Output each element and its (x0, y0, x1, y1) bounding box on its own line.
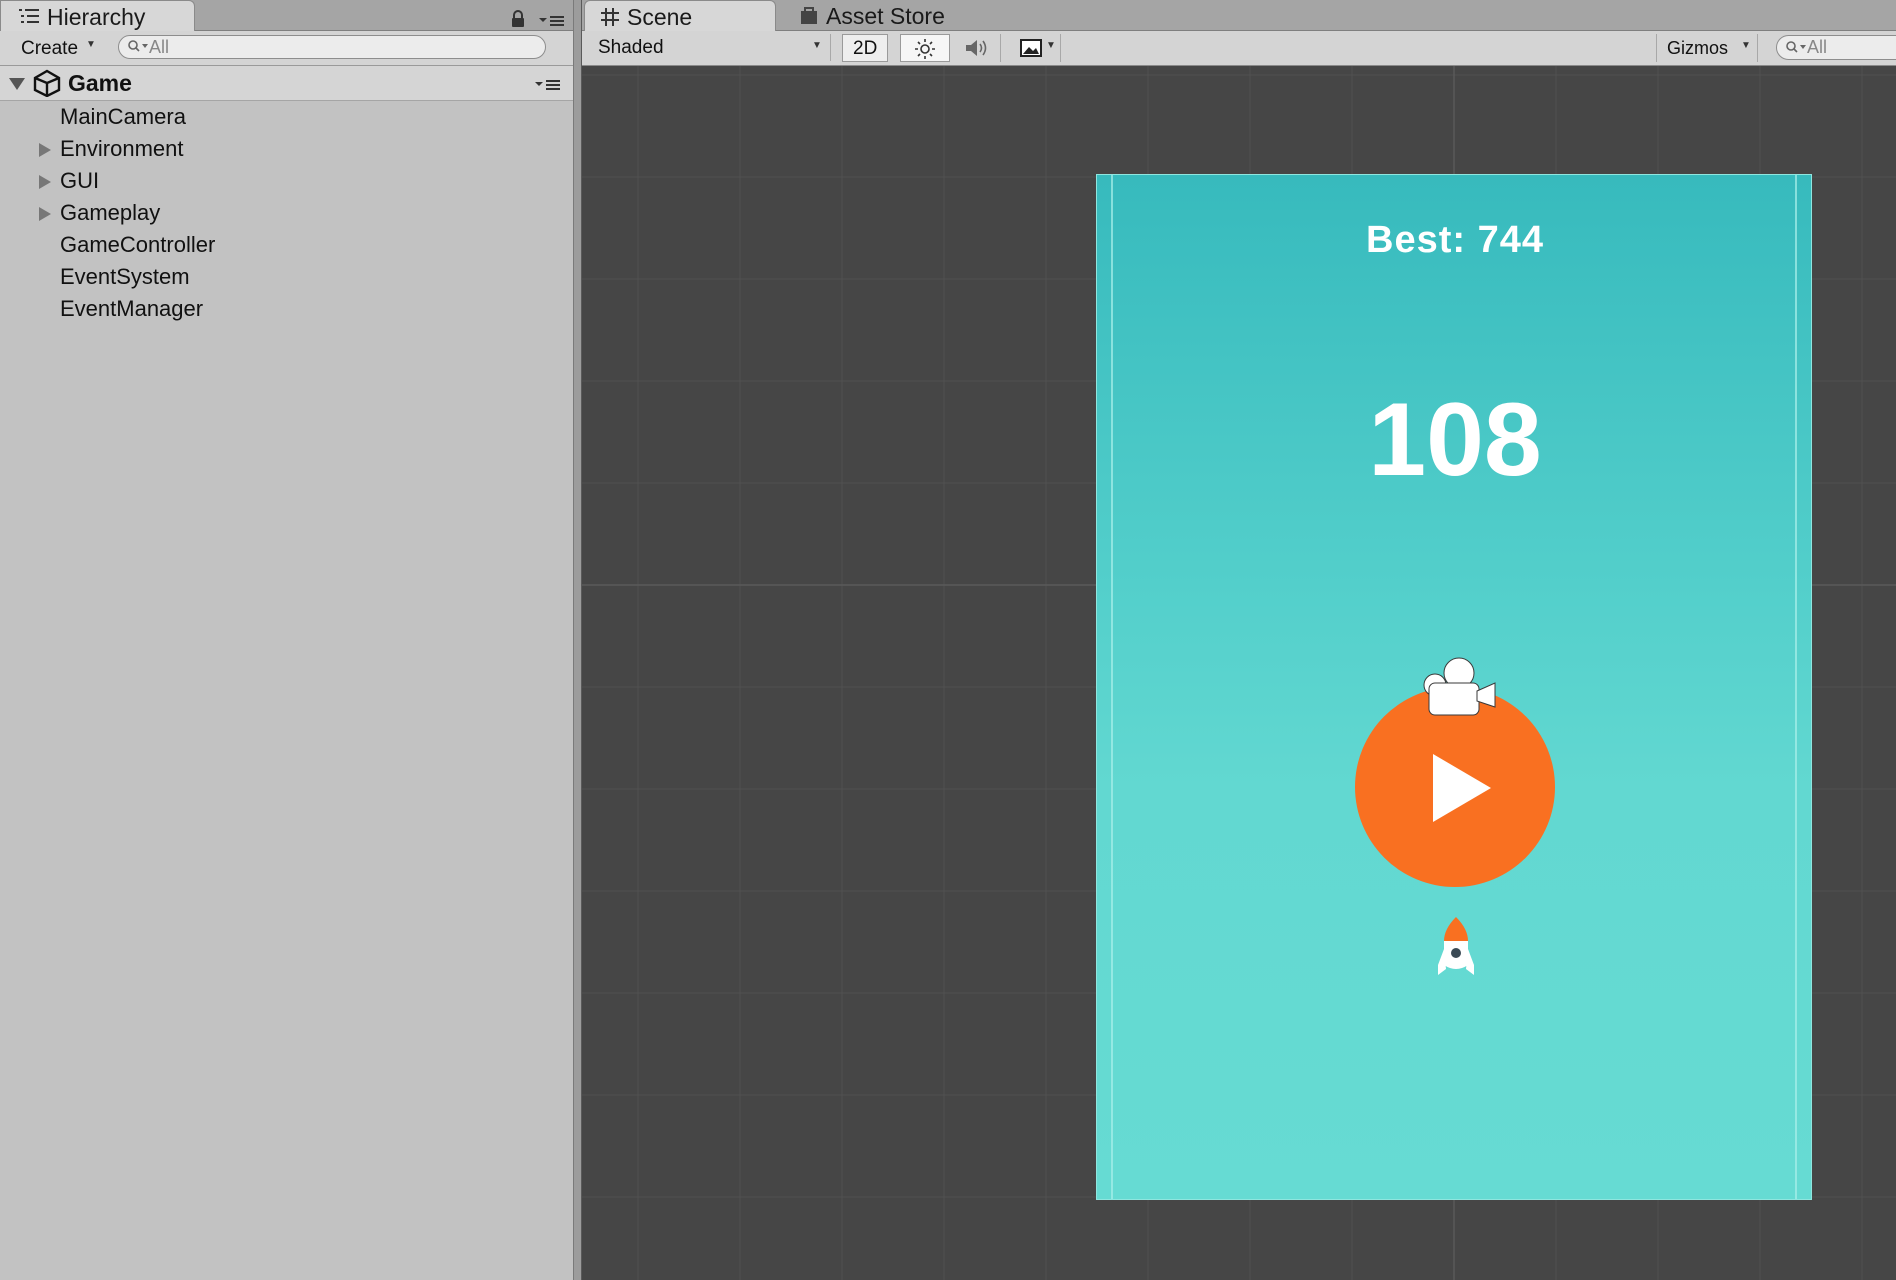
hierarchy-item-label: Environment (60, 136, 184, 161)
toggle-2d-button[interactable]: 2D (842, 34, 888, 62)
scene-root-row[interactable]: Game (0, 66, 573, 101)
safe-area-guide-left (1111, 175, 1113, 1199)
scene-search-placeholder: All (1807, 37, 1828, 57)
gizmos-dropdown[interactable]: Gizmos ▼ (1656, 34, 1758, 62)
shading-mode-value: Shaded (598, 37, 664, 58)
hierarchy-item-label: GameController (60, 232, 216, 257)
hierarchy-item-label: GUI (60, 168, 100, 193)
effects-toggle-button[interactable]: ▼ (1006, 34, 1061, 62)
tab-hierarchy[interactable]: Hierarchy (0, 0, 195, 31)
play-icon (1433, 754, 1491, 822)
grid-icon (601, 8, 619, 26)
audio-toggle-button[interactable] (954, 34, 1001, 62)
hierarchy-item-eventmanager[interactable]: EventManager (0, 293, 573, 325)
lighting-toggle-button[interactable] (900, 34, 950, 62)
tab-asset-store-label: Asset Store (826, 3, 945, 29)
tab-scene-label: Scene (627, 4, 693, 30)
hierarchy-item-label: EventSystem (60, 264, 190, 289)
safe-area-guide-right (1795, 175, 1797, 1199)
chevron-down-icon: ▼ (812, 40, 822, 51)
unity-logo-icon (33, 69, 61, 97)
chevron-down-icon: ▼ (1741, 40, 1751, 51)
chevron-down-icon: ▼ (1046, 40, 1056, 51)
hierarchy-item-gamecontroller[interactable]: GameController (0, 229, 573, 261)
panel-splitter[interactable] (573, 0, 582, 1280)
toggle-2d-label: 2D (853, 38, 878, 59)
rocket-icon (1438, 917, 1474, 975)
chevron-down-icon: ▼ (86, 39, 96, 50)
shopping-bag-icon (801, 7, 817, 24)
expand-arrow-icon[interactable] (38, 174, 52, 190)
hierarchy-tab-bar: Hierarchy (0, 0, 573, 31)
camera-gizmo-icon[interactable] (1413, 657, 1501, 723)
hierarchy-item-label: MainCamera (60, 104, 186, 129)
scene-panel: Scene Asset Store Shaded ▼ 2D ▼ Gizmos ▼… (582, 0, 1896, 1280)
hierarchy-item-eventsystem[interactable]: EventSystem (0, 261, 573, 293)
scene-root-label: Game (68, 70, 132, 96)
hierarchy-panel: Hierarchy Create ▼ All Game MainCamera E… (0, 0, 573, 1280)
hierarchy-item-maincamera[interactable]: MainCamera (0, 101, 573, 133)
hierarchy-item-gameplay[interactable]: Gameplay (0, 197, 573, 229)
scene-menu-icon[interactable] (534, 79, 562, 91)
hierarchy-search-placeholder: All (149, 37, 170, 57)
list-icon (19, 9, 39, 23)
game-canvas: Best: 744 108 (1096, 174, 1812, 1200)
scene-toolbar: Shaded ▼ 2D ▼ Gizmos ▼ All (582, 31, 1896, 66)
hierarchy-search-input[interactable]: All (118, 35, 546, 59)
best-score-text: Best: 744 (1366, 219, 1544, 261)
lock-icon[interactable] (510, 10, 526, 28)
scene-viewport[interactable]: Best: 744 108 (582, 66, 1896, 1280)
tab-scene[interactable]: Scene (584, 0, 776, 31)
hierarchy-item-gui[interactable]: GUI (0, 165, 573, 197)
expand-arrow-icon[interactable] (8, 76, 26, 92)
scene-search-input[interactable]: All (1776, 35, 1896, 60)
create-button-label: Create (21, 38, 79, 59)
hierarchy-item-environment[interactable]: Environment (0, 133, 573, 165)
current-score-text: 108 (1368, 382, 1542, 498)
hierarchy-toolbar: Create ▼ All (0, 31, 573, 66)
image-icon (1020, 39, 1042, 57)
gizmos-label: Gizmos (1667, 38, 1729, 58)
scene-tab-bar: Scene Asset Store (582, 0, 1896, 31)
shading-mode-dropdown[interactable]: Shaded ▼ (590, 34, 831, 61)
expand-arrow-icon[interactable] (38, 142, 52, 158)
speaker-icon (966, 40, 987, 56)
expand-arrow-icon[interactable] (38, 206, 52, 222)
sun-icon (915, 39, 935, 59)
hierarchy-item-label: Gameplay (60, 200, 161, 225)
tab-hierarchy-label: Hierarchy (47, 4, 146, 30)
create-button[interactable]: Create ▼ (10, 35, 100, 61)
hierarchy-item-label: EventManager (60, 296, 204, 321)
panel-menu-icon[interactable] (538, 14, 566, 28)
tab-asset-store[interactable]: Asset Store (792, 0, 992, 30)
